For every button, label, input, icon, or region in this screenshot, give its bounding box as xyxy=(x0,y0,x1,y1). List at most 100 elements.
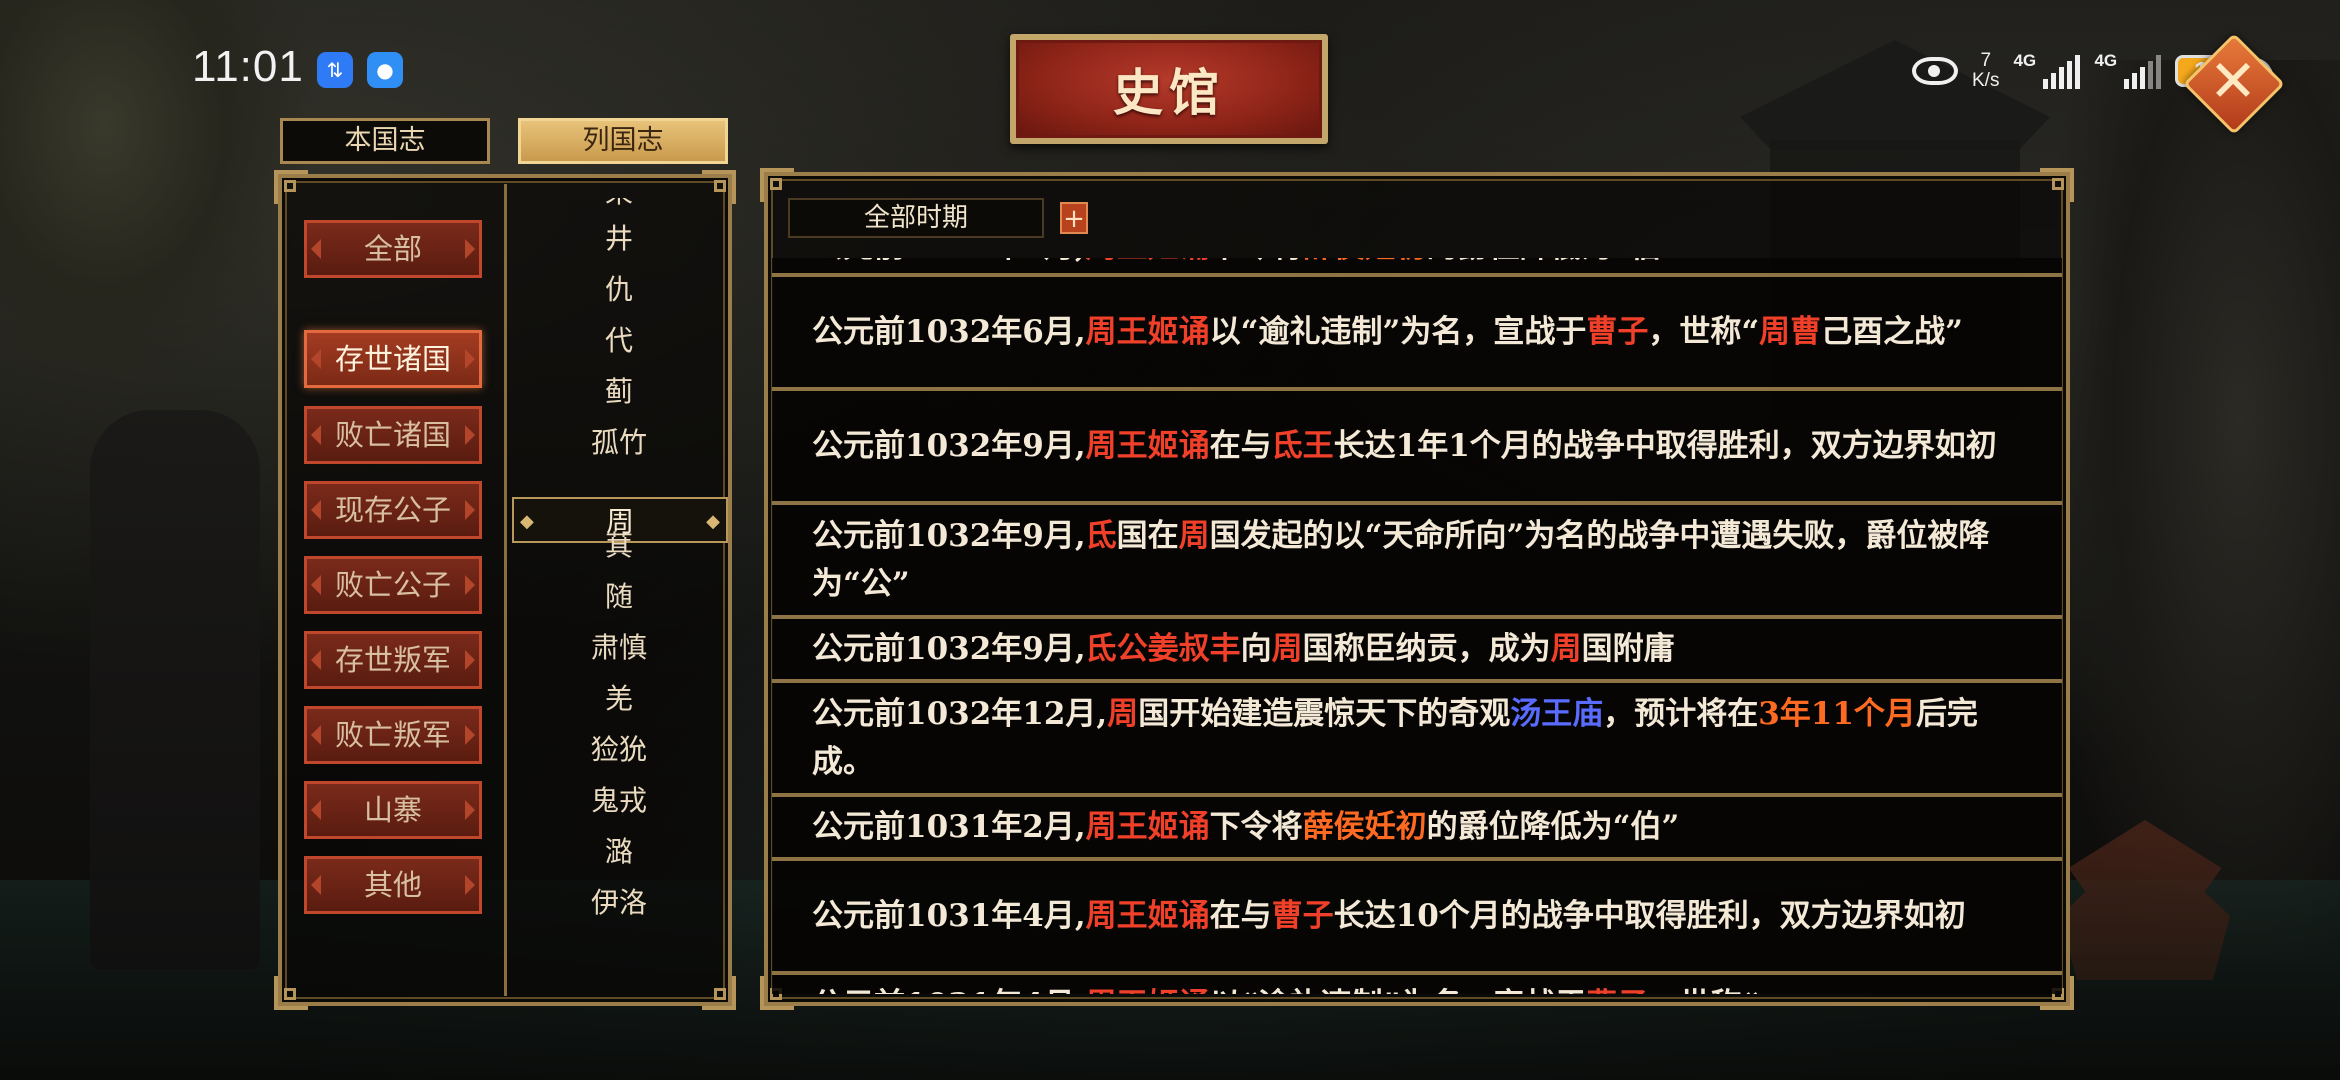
list-item[interactable]: 井 xyxy=(510,216,728,262)
list-item[interactable]: 潞 xyxy=(510,829,728,875)
event-row: 公元前1031年2月,周王姬诵下令将薛侯妊初的爵位降低为“伯” xyxy=(772,794,2062,860)
highlighted-name: 周 xyxy=(1178,518,1210,554)
event-text-segment: 公元前1031年2月, xyxy=(812,809,1086,845)
event-text: 公元前1031年4月,周王姬诵在与曹子长达10个月的战争中取得胜利，双方边界如初 xyxy=(812,892,2022,940)
event-list[interactable]: 公元前1032年4月,周王姬诵下令将薛侯妊初的爵位降低为“伯” 公元前1032年… xyxy=(772,258,2062,994)
event-text-segment: 公元前1031年4月, xyxy=(812,898,1086,934)
event-text: 公元前1032年4月,周王姬诵下令将薛侯妊初的爵位降低为“伯” xyxy=(812,258,2022,271)
expand-period-button[interactable]: + xyxy=(1060,202,1088,234)
event-text: 公元前1031年2月,周王姬诵下令将薛侯妊初的爵位降低为“伯” xyxy=(812,803,2022,851)
event-row: 公元前1032年12月,周国开始建造震惊天下的奇观汤王庙，预计将在3年11个月后… xyxy=(772,680,2062,796)
transfer-app-icon: ⇅ xyxy=(317,52,353,88)
list-item[interactable]: 猃狁 xyxy=(510,727,728,773)
event-text: 公元前1032年6月,周王姬诵以“逾礼违制”为名，宣战于曹子，世称“周曹己酉之战… xyxy=(812,308,2022,356)
highlighted-name: 周王姬诵 xyxy=(1085,898,1210,934)
highlighted-name: 周王姬诵 xyxy=(1086,987,1210,994)
highlighted-name: 薛侯妊初 xyxy=(1302,809,1427,845)
event-text-segment: 公元前1032年9月, xyxy=(812,428,1086,464)
event-text-segment: 公元前1032年4月, xyxy=(812,258,1086,265)
event-row: 公元前1031年4月,周王姬诵在与曹子长达10个月的战争中取得胜利，双方边界如初 xyxy=(772,858,2062,974)
event-text-segment: 下令将 xyxy=(1210,258,1303,265)
event-text: 公元前1032年9月,氐公姜叔丰向周国称臣纳贡，成为周国附庸 xyxy=(812,625,2022,673)
network-speed: 7 K/s xyxy=(1972,50,2000,91)
country-list[interactable]: 荣 井 仇 代 蓟 孤竹 周 萁 随 肃慎 羌 猃狁 鬼戎 潞 伊洛 xyxy=(510,198,728,988)
highlighted-name: 周王姬诵 xyxy=(1086,258,1210,265)
highlighted-name: 周王姬诵 xyxy=(1085,809,1210,845)
category-existing-states[interactable]: 存世诸国 xyxy=(304,330,482,388)
event-text-segment: 长达10个月的战争中取得胜利，双方边界如初 xyxy=(1333,898,1966,934)
list-item[interactable]: 孤竹 xyxy=(510,420,728,466)
highlighted-name: 曹子 xyxy=(1271,898,1334,934)
list-item[interactable]: 伊洛 xyxy=(510,880,728,926)
list-item[interactable]: 肃慎 xyxy=(510,625,728,671)
event-text-segment: 国在 xyxy=(1116,518,1179,554)
event-text-segment: 在与 xyxy=(1209,428,1272,464)
highlighted-name: 氐王 xyxy=(1271,428,1334,464)
event-text-segment: 公元前1032年9月, xyxy=(812,518,1086,554)
highlighted-name: 3年11个月 xyxy=(1758,696,1916,732)
highlighted-name: 周王姬诵 xyxy=(1085,314,1210,350)
highlighted-name: 氐 xyxy=(1085,518,1117,554)
history-panel: 全部时期 + 公元前1032年4月,周王姬诵下令将薛侯妊初的爵位降低为“伯” 公… xyxy=(760,168,2074,1010)
list-item[interactable]: 萁 xyxy=(510,523,728,569)
category-all[interactable]: 全部 xyxy=(304,220,482,278)
event-row: 公元前1032年9月,氐国在周国发起的以“天命所向”为名的战争中遭遇失败，爵位被… xyxy=(772,502,2062,618)
tab-all-countries[interactable]: 列国志 xyxy=(518,118,728,164)
highlighted-name: 曹子 xyxy=(1586,314,1649,350)
highlighted-name: 周王姬诵 xyxy=(1085,428,1210,464)
event-text-segment: 以“逾礼违制”为名，宣战于 xyxy=(1210,987,1587,994)
highlighted-name: 汤王庙 xyxy=(1510,696,1604,732)
highlighted-name: 周曹 xyxy=(1759,314,1822,350)
period-dropdown[interactable]: 全部时期 xyxy=(788,198,1044,238)
list-item[interactable]: 鬼戎 xyxy=(510,778,728,824)
highlighted-name: 氐公姜叔丰 xyxy=(1085,631,1241,667)
list-item[interactable]: 羌 xyxy=(510,676,728,722)
tab-own-country[interactable]: 本国志 xyxy=(280,118,490,164)
list-item[interactable]: 蓟 xyxy=(510,369,728,415)
category-existing-rebels[interactable]: 存世叛军 xyxy=(304,631,482,689)
signal-icon: 4G xyxy=(2013,51,2081,89)
message-app-icon: ● xyxy=(367,52,403,88)
highlighted-name: 薛侯妊初 xyxy=(1303,258,1427,265)
highlighted-name: 周 xyxy=(1107,696,1139,732)
category-fallen-princes[interactable]: 败亡公子 xyxy=(304,556,482,614)
panel-divider xyxy=(504,184,507,996)
event-text-segment: 公元前1031年4月, xyxy=(812,987,1086,994)
event-text: 公元前1031年4月,周王姬诵以“逾礼违制”为名，宣战于曹子，世称“ xyxy=(812,981,2022,994)
eye-icon xyxy=(1912,57,1958,85)
event-text-segment: 国开始建造震惊天下的奇观 xyxy=(1138,696,1511,732)
category-other[interactable]: 其他 xyxy=(304,856,482,914)
highlighted-name: 曹子 xyxy=(1586,987,1648,994)
background-cliff xyxy=(2060,60,2340,960)
event-row: 公元前1032年9月,周王姬诵在与氐王长达1年1个月的战争中取得胜利，双方边界如… xyxy=(772,388,2062,504)
list-item[interactable]: 仇 xyxy=(510,267,728,313)
event-row: 公元前1031年4月,周王姬诵以“逾礼违制”为名，宣战于曹子，世称“ xyxy=(772,972,2062,994)
highlighted-name: 周 xyxy=(1550,631,1582,667)
clock: 11:01 xyxy=(192,42,304,91)
category-existing-princes[interactable]: 现存公子 xyxy=(304,481,482,539)
close-icon: ✕ xyxy=(2208,47,2258,115)
category-fallen-rebels[interactable]: 败亡叛军 xyxy=(304,706,482,764)
highlighted-name: 周 xyxy=(1271,631,1303,667)
close-button[interactable]: ✕ xyxy=(2183,33,2285,135)
event-text-segment: 国附庸 xyxy=(1581,631,1675,667)
list-item[interactable]: 随 xyxy=(510,574,728,620)
event-text-segment: 公元前1032年12月, xyxy=(812,696,1108,732)
signal-icon-2: 4G xyxy=(2094,51,2162,89)
event-text: 公元前1032年9月,氐国在周国发起的以“天命所向”为名的战争中遭遇失败，爵位被… xyxy=(812,512,2022,608)
list-item[interactable]: 代 xyxy=(510,318,728,364)
event-text-segment: ，世称“ xyxy=(1648,314,1760,350)
event-text-segment: 下令将 xyxy=(1209,809,1303,845)
title-plaque: 史馆 xyxy=(1010,34,1328,144)
list-item[interactable]: 荣 xyxy=(510,198,728,216)
page-title: 史馆 xyxy=(1113,63,1225,122)
event-text-segment: ，世称“ xyxy=(1648,987,1759,994)
event-text: 公元前1032年9月,周王姬诵在与氐王长达1年1个月的战争中取得胜利，双方边界如… xyxy=(812,422,2022,470)
country-panel: 全部 存世诸国 败亡诸国 现存公子 败亡公子 存世叛军 败亡叛军 山寨 其他 荣… xyxy=(274,170,736,1010)
category-fallen-states[interactable]: 败亡诸国 xyxy=(304,406,482,464)
category-bandits[interactable]: 山寨 xyxy=(304,781,482,839)
event-text-segment: 国称臣纳贡，成为 xyxy=(1302,631,1551,667)
event-text-segment: 公元前1032年9月, xyxy=(812,631,1086,667)
event-text-segment: ，预计将在 xyxy=(1603,696,1759,732)
event-text-segment: 的爵位降低为“伯” xyxy=(1427,258,1680,265)
